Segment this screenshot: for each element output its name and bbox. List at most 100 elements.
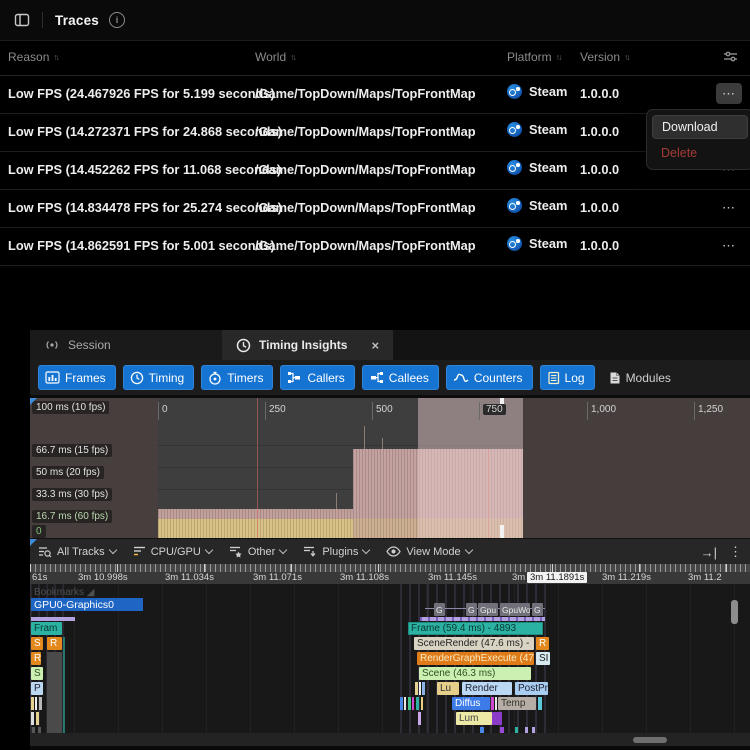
small-event [491, 697, 494, 710]
cell-version: 1.0.0.0 [580, 238, 620, 253]
cpu-event-scenerender[interactable]: SceneRender (47.6 ms) - [414, 637, 534, 650]
divider [42, 12, 43, 28]
column-version[interactable]: Version ↑↓ [580, 50, 630, 64]
callers-icon [288, 372, 301, 383]
tracks-plugin-icon [304, 546, 316, 557]
timing-track-area[interactable]: Bookmarks ◢ GPU0-Graphics0 G G Gpu GpuWo… [30, 584, 750, 750]
row-menu-button[interactable]: ⋯ [716, 235, 742, 256]
sort-icon[interactable]: ↑↓ [53, 52, 59, 62]
gpu-event[interactable]: G [434, 603, 445, 616]
kebab-menu-icon[interactable]: ⋮ [729, 544, 742, 560]
callers-button[interactable]: Callers [280, 365, 355, 390]
counters-button[interactable]: Counters [445, 365, 533, 390]
bottom-edge [30, 746, 750, 750]
column-settings-icon[interactable] [723, 50, 738, 63]
column-reason[interactable]: Reason ↑↓ [8, 50, 60, 64]
track-toolbar: All Tracks CPU/GPU Other Plugins View Mo… [30, 538, 750, 564]
frame-spike [364, 426, 365, 449]
steam-icon [507, 122, 522, 137]
cpu-event-rendergraph[interactable]: RenderGraphExecute (47 [417, 652, 534, 665]
tab-session[interactable]: Session [30, 330, 222, 360]
frames-graph[interactable]: 0 250 500 750 1,000 1,250 100 ms (10 fps… [30, 396, 750, 540]
gpu-event[interactable]: G [532, 603, 543, 616]
bookmarks-track-label[interactable]: Bookmarks ◢ [34, 587, 95, 598]
table-row[interactable]: Low FPS (14.834478 FPS for 25.274 second… [0, 190, 750, 228]
table-row[interactable]: Low FPS (14.452262 FPS for 11.068 second… [0, 152, 750, 190]
x-tick [479, 402, 480, 420]
menu-item-delete[interactable]: Delete [652, 142, 748, 164]
modules-button[interactable]: Modules [602, 365, 681, 390]
x-tick [587, 402, 588, 420]
jump-to-end-icon[interactable]: →| [701, 545, 717, 560]
table-row[interactable]: Low FPS (24.467926 FPS for 5.199 seconds… [0, 76, 750, 114]
cpu-gpu-dropdown[interactable]: CPU/GPU [133, 546, 214, 558]
menu-item-download[interactable]: Download [652, 115, 748, 139]
frames-selection[interactable] [418, 398, 523, 538]
cpu-event[interactable]: R [536, 637, 549, 650]
small-event [31, 712, 34, 725]
view-mode-dropdown[interactable]: View Mode [386, 546, 473, 558]
stopwatch-icon [209, 371, 221, 385]
cpu-event[interactable]: S [31, 637, 43, 650]
cpu-event[interactable]: S [31, 667, 43, 680]
row-menu-button[interactable]: ⋯ [716, 197, 742, 218]
marker-bar [420, 617, 545, 621]
tab-bar: Session Timing Insights × [30, 330, 750, 360]
cell-version: 1.0.0.0 [580, 200, 620, 215]
selection-handle[interactable] [500, 525, 504, 538]
frames-button[interactable]: Frames [38, 365, 116, 390]
cpu-event-postpr[interactable]: PostPr [515, 682, 548, 695]
time-ruler[interactable]: 61s 3m 10.998s 3m 11.034s 3m 11.071s 3m … [30, 564, 750, 584]
info-icon[interactable]: i [109, 12, 125, 28]
sort-icon[interactable]: ↑↓ [556, 52, 562, 62]
all-tracks-dropdown[interactable]: All Tracks [38, 546, 117, 558]
time-label: 3m 11.071s [253, 572, 302, 583]
row-menu-button[interactable]: ⋯ [716, 83, 742, 104]
marker-bar [31, 617, 75, 621]
cpu-event-frame[interactable]: Frame (59.4 ms) - 4893 [408, 622, 543, 635]
table-row[interactable]: Low FPS (14.272371 FPS for 24.868 second… [0, 114, 750, 152]
cpu-event[interactable]: R [47, 637, 62, 650]
cpu-event-temp[interactable]: Temp [498, 697, 536, 710]
close-icon[interactable]: × [371, 338, 379, 353]
cell-platform: Steam [507, 198, 567, 213]
log-button[interactable]: Log [539, 365, 595, 390]
cpu-event-lum[interactable]: Lum [456, 712, 492, 725]
other-dropdown[interactable]: Other [229, 545, 288, 558]
sidebar-toggle-icon[interactable] [14, 12, 30, 28]
sort-icon[interactable]: ↑↓ [290, 52, 296, 62]
column-world[interactable]: World ↑↓ [255, 50, 296, 64]
gpu-event[interactable]: G [466, 603, 477, 616]
callees-button[interactable]: Callees [361, 365, 439, 390]
time-label: 3m 11.145s [428, 572, 477, 583]
steam-icon [507, 160, 522, 175]
cpu-event[interactable]: Fram [31, 622, 62, 635]
cpu-event[interactable]: SI [536, 652, 550, 665]
timing-button[interactable]: Timing [122, 365, 195, 390]
frame-spike [382, 438, 383, 449]
cpu-event[interactable]: R [31, 652, 41, 665]
cpu-event-diffus[interactable]: Diffus [452, 697, 490, 710]
plugins-dropdown[interactable]: Plugins [303, 545, 371, 558]
cpu-event-render[interactable]: Render [462, 682, 512, 695]
tab-timing-insights[interactable]: Timing Insights × [222, 330, 394, 360]
table-row[interactable]: Low FPS (14.862591 FPS for 5.001 seconds… [0, 228, 750, 266]
sort-icon[interactable]: ↑↓ [624, 52, 630, 62]
horizontal-scrollbar[interactable] [633, 737, 667, 743]
cpu-event-scene[interactable]: Scene (46.3 ms) [419, 667, 531, 680]
chevron-down-icon [362, 545, 371, 555]
cpu-event[interactable]: P [31, 682, 43, 695]
chevron-down-icon [279, 545, 288, 555]
gpu-event[interactable]: Gpu [478, 603, 498, 616]
threshold-label: 66.7 ms (15 fps) [32, 444, 113, 457]
gpu-track-header[interactable]: GPU0-Graphics0 [31, 598, 143, 611]
frame-spike [336, 493, 337, 509]
ruler-major-ticks [30, 564, 750, 572]
cpu-event[interactable]: Lu [437, 682, 459, 695]
column-platform[interactable]: Platform ↑↓ [507, 50, 562, 64]
timers-button[interactable]: Timers [201, 365, 274, 390]
vertical-scrollbar[interactable] [731, 600, 738, 624]
callees-icon [370, 372, 383, 383]
gpu-event[interactable]: GpuWo [500, 603, 530, 616]
steam-icon [507, 236, 522, 251]
